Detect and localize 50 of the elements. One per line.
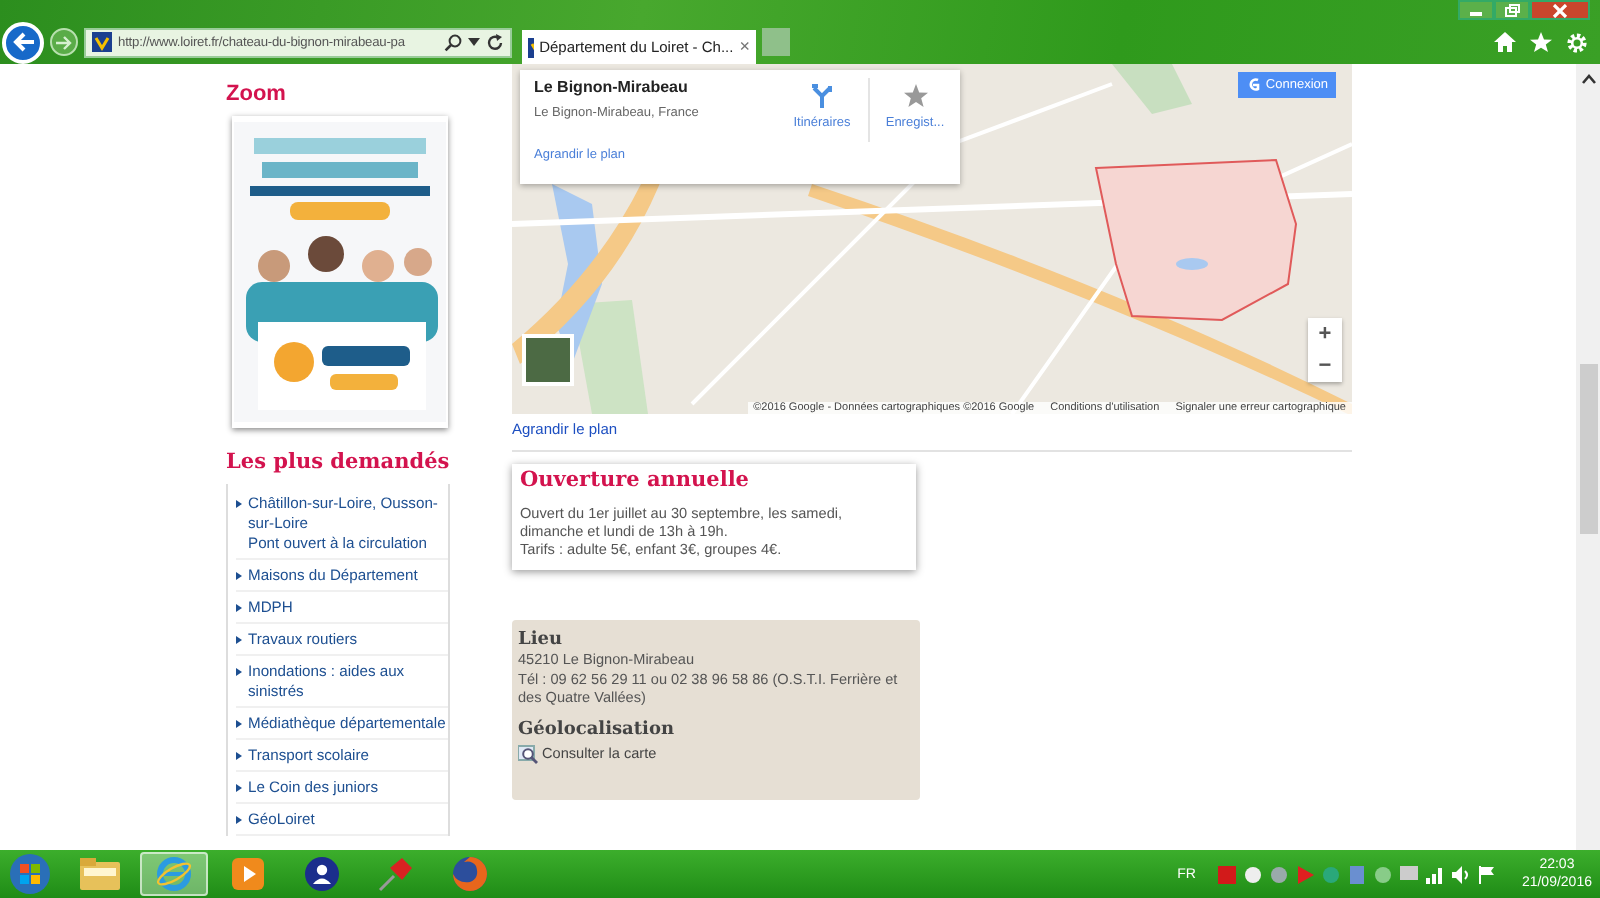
- star-icon[interactable]: [1530, 32, 1552, 52]
- minimize-button[interactable]: [1458, 0, 1494, 20]
- scroll-up-icon: [1581, 74, 1595, 84]
- person-icon: [304, 856, 340, 892]
- forward-button[interactable]: [50, 28, 78, 56]
- windows-logo-icon: [10, 854, 50, 894]
- forward-arrow-icon: [56, 35, 72, 49]
- search-icon: [444, 33, 462, 51]
- network-icon[interactable]: [1425, 865, 1444, 883]
- close-icon: [1552, 3, 1568, 17]
- bullet-icon: [236, 604, 242, 612]
- zoom-out-button[interactable]: −: [1308, 350, 1342, 382]
- directions-icon: [812, 84, 832, 108]
- bullet-icon: [236, 720, 242, 728]
- close-button[interactable]: [1530, 0, 1590, 20]
- pushpin-icon: [378, 856, 414, 892]
- card-title: Ouverture annuelle: [520, 468, 751, 492]
- firefox-icon: [452, 856, 488, 892]
- browser-icon: [156, 856, 192, 892]
- home-icon[interactable]: [1494, 32, 1516, 52]
- flag-icon[interactable]: [1477, 865, 1496, 883]
- restore-icon: [1504, 3, 1520, 17]
- speaker-icon[interactable]: [1451, 865, 1470, 883]
- dropdown-icon: [468, 38, 480, 46]
- section-heading: Zoom: [226, 82, 286, 106]
- google-plus-icon: [1245, 76, 1260, 94]
- bullet-icon: [236, 572, 242, 580]
- restore-button[interactable]: [1494, 0, 1530, 20]
- panel-heading: Lieu: [518, 630, 565, 650]
- back-button[interactable]: [2, 21, 44, 63]
- bullet-icon: [236, 784, 242, 792]
- tab-close-button[interactable]: ×: [739, 38, 750, 56]
- back-arrow-icon: [11, 32, 35, 52]
- bullet-icon: [236, 816, 242, 824]
- bullet-icon: [236, 668, 242, 676]
- scrollbar[interactable]: [1576, 64, 1600, 850]
- folder-icon: [80, 858, 120, 890]
- section-heading: Les plus demandés: [226, 450, 450, 474]
- refresh-icon: [486, 33, 504, 51]
- place-title: Le Bignon-Mirabeau: [534, 78, 688, 96]
- bullet-icon: [236, 636, 242, 644]
- bullet-icon: [236, 500, 242, 508]
- star-icon: [903, 84, 927, 108]
- settings-icon[interactable]: [1566, 31, 1588, 53]
- magnifier-icon: [518, 743, 538, 763]
- zoom-in-button[interactable]: +: [1308, 318, 1342, 350]
- bullet-icon: [236, 752, 242, 760]
- scroll-thumb[interactable]: [1579, 364, 1597, 534]
- panel-heading: Géolocalisation: [518, 719, 677, 739]
- play-icon: [230, 856, 266, 892]
